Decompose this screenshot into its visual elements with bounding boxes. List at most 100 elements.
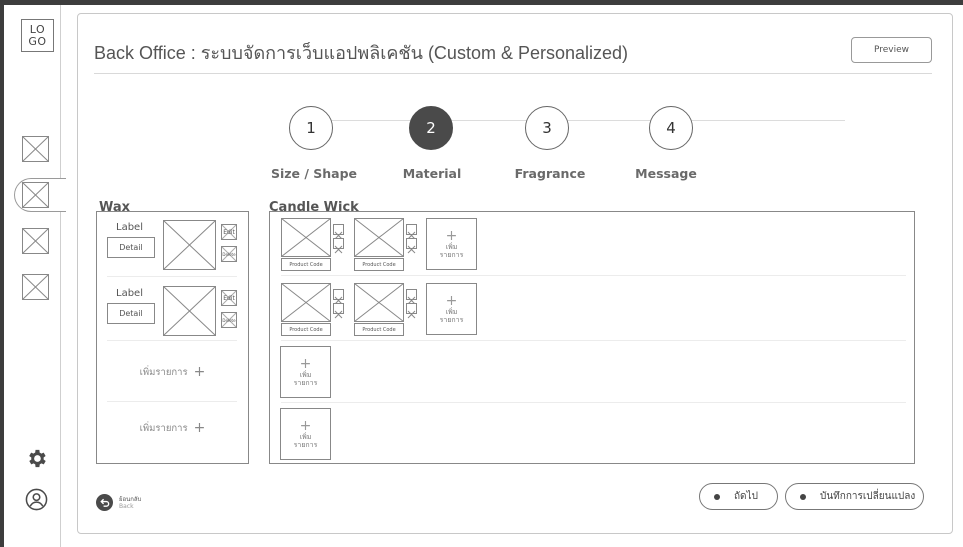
wax-delete-button[interactable]: Delete xyxy=(221,312,237,328)
sidebar-item-2[interactable] xyxy=(22,182,49,208)
dot-icon xyxy=(714,493,720,500)
image-placeholder-icon xyxy=(22,136,49,162)
wax-item-label: Label xyxy=(116,222,143,233)
wick-add-item-button[interactable]: + เพิ่ม รายการ xyxy=(426,283,477,335)
wax-add-item-button[interactable]: เพิ่มรายการ + xyxy=(97,420,248,436)
back-label-th: ย้อนกลับ xyxy=(119,495,142,503)
wax-item-detail[interactable]: Detail xyxy=(107,303,155,324)
product-code-field[interactable]: Product Code xyxy=(281,258,331,271)
wax-add-item-button[interactable]: เพิ่มรายการ + xyxy=(97,364,248,380)
sidebar-item-3[interactable] xyxy=(22,228,49,254)
wax-edit-button[interactable]: Edit xyxy=(221,224,237,240)
wax-add-label: เพิ่มรายการ xyxy=(139,423,188,434)
plus-icon: + xyxy=(299,418,312,434)
logo: LO GO xyxy=(21,19,54,52)
logo-line-2: GO xyxy=(28,35,47,48)
back-arrow-icon xyxy=(96,494,113,511)
add-label-line2: รายการ xyxy=(293,379,318,387)
step-2-label: Material xyxy=(402,166,462,181)
next-label: ถัดไป xyxy=(734,491,758,502)
wick-delete-button[interactable] xyxy=(406,238,417,254)
wick-delete-button[interactable] xyxy=(333,303,344,319)
plus-icon: + xyxy=(193,364,206,380)
product-code-field[interactable]: Product Code xyxy=(281,323,331,336)
divider xyxy=(281,402,906,403)
gear-icon[interactable] xyxy=(25,447,48,470)
sidebar-item-4[interactable] xyxy=(22,274,49,300)
wick-item[interactable]: Product Code xyxy=(281,218,344,274)
image-placeholder-icon xyxy=(163,286,216,336)
wax-delete-label: Delete xyxy=(222,251,236,257)
step-1[interactable]: 1 xyxy=(289,106,333,150)
sidebar-item-1[interactable] xyxy=(22,136,49,162)
image-placeholder-icon xyxy=(354,283,404,322)
step-3-label: Fragrance xyxy=(514,166,586,181)
wax-item-label: Label xyxy=(116,288,143,299)
wax-item[interactable]: Label Detail Edit Delete xyxy=(97,212,248,278)
wick-edit-button[interactable] xyxy=(406,224,417,240)
wick-delete-button[interactable] xyxy=(406,303,417,319)
product-code-field[interactable]: Product Code xyxy=(354,323,404,336)
wax-add-label: เพิ่มรายการ xyxy=(139,367,188,378)
image-placeholder-icon xyxy=(281,283,331,322)
step-2[interactable]: 2 xyxy=(409,106,453,150)
wick-delete-button[interactable] xyxy=(333,238,344,254)
wax-item[interactable]: Label Detail Edit Delete xyxy=(97,278,248,344)
save-changes-button[interactable]: บันทึกการเปลี่ยนแปลง xyxy=(785,483,924,510)
wick-item[interactable]: Product Code xyxy=(354,218,417,274)
main-panel: Back Office : ระบบจัดการเว็บแอปพลิเคชัน … xyxy=(77,13,953,534)
image-placeholder-icon xyxy=(281,218,331,257)
plus-icon: + xyxy=(299,356,312,372)
step-4-label: Message xyxy=(635,166,697,181)
divider xyxy=(107,340,237,341)
divider xyxy=(281,275,906,276)
wax-edit-button[interactable]: Edit xyxy=(221,290,237,306)
wick-item[interactable]: Product Code xyxy=(354,283,417,339)
sidebar: LO GO xyxy=(4,5,66,547)
divider xyxy=(107,401,237,402)
image-placeholder-icon xyxy=(354,218,404,257)
wick-add-item-button[interactable]: + เพิ่ม รายการ xyxy=(426,218,477,270)
add-label-line2: รายการ xyxy=(439,316,464,324)
image-placeholder-icon xyxy=(22,182,49,208)
wick-add-item-button[interactable]: + เพิ่ม รายการ xyxy=(280,408,331,460)
wax-item-detail[interactable]: Detail xyxy=(107,237,155,258)
add-label-line1: เพิ่ม xyxy=(299,433,312,441)
step-1-label: Size / Shape xyxy=(270,166,358,181)
divider xyxy=(281,340,906,341)
user-icon[interactable] xyxy=(25,488,48,511)
preview-button[interactable]: Preview xyxy=(851,37,932,63)
step-3[interactable]: 3 xyxy=(525,106,569,150)
wax-edit-label: Edit xyxy=(223,228,235,236)
candle-wick-list: Product Code Product Code + เพิ่ม รายการ… xyxy=(269,211,915,464)
wick-add-item-button[interactable]: + เพิ่ม รายการ xyxy=(280,346,331,398)
wax-edit-label: Edit xyxy=(223,294,235,302)
wick-edit-button[interactable] xyxy=(333,224,344,240)
add-label-line1: เพิ่ม xyxy=(299,371,312,379)
save-changes-label: บันทึกการเปลี่ยนแปลง xyxy=(820,491,916,502)
add-label-line1: เพิ่ม xyxy=(445,243,458,251)
add-label-line2: รายการ xyxy=(293,441,318,449)
divider xyxy=(107,276,237,277)
back-label-en: Back xyxy=(119,502,134,510)
wax-list: Label Detail Edit Delete Label Detail Ed… xyxy=(96,211,249,464)
wax-delete-button[interactable]: Delete xyxy=(221,246,237,262)
step-4[interactable]: 4 xyxy=(649,106,693,150)
plus-icon: + xyxy=(445,293,458,309)
image-placeholder-icon xyxy=(22,228,49,254)
image-placeholder-icon xyxy=(163,220,216,270)
window-top-border xyxy=(0,0,963,5)
add-label-line1: เพิ่ม xyxy=(445,308,458,316)
wick-edit-button[interactable] xyxy=(333,289,344,305)
dot-icon xyxy=(800,493,806,500)
next-button[interactable]: ถัดไป xyxy=(699,483,778,510)
page-title: Back Office : ระบบจัดการเว็บแอปพลิเคชัน … xyxy=(94,43,629,63)
image-placeholder-icon xyxy=(22,274,49,300)
wick-edit-button[interactable] xyxy=(406,289,417,305)
title-divider xyxy=(94,73,932,74)
back-button[interactable]: ย้อนกลับ Back xyxy=(96,494,141,511)
wax-delete-label: Delete xyxy=(222,317,236,323)
product-code-field[interactable]: Product Code xyxy=(354,258,404,271)
wick-item[interactable]: Product Code xyxy=(281,283,344,339)
plus-icon: + xyxy=(445,228,458,244)
